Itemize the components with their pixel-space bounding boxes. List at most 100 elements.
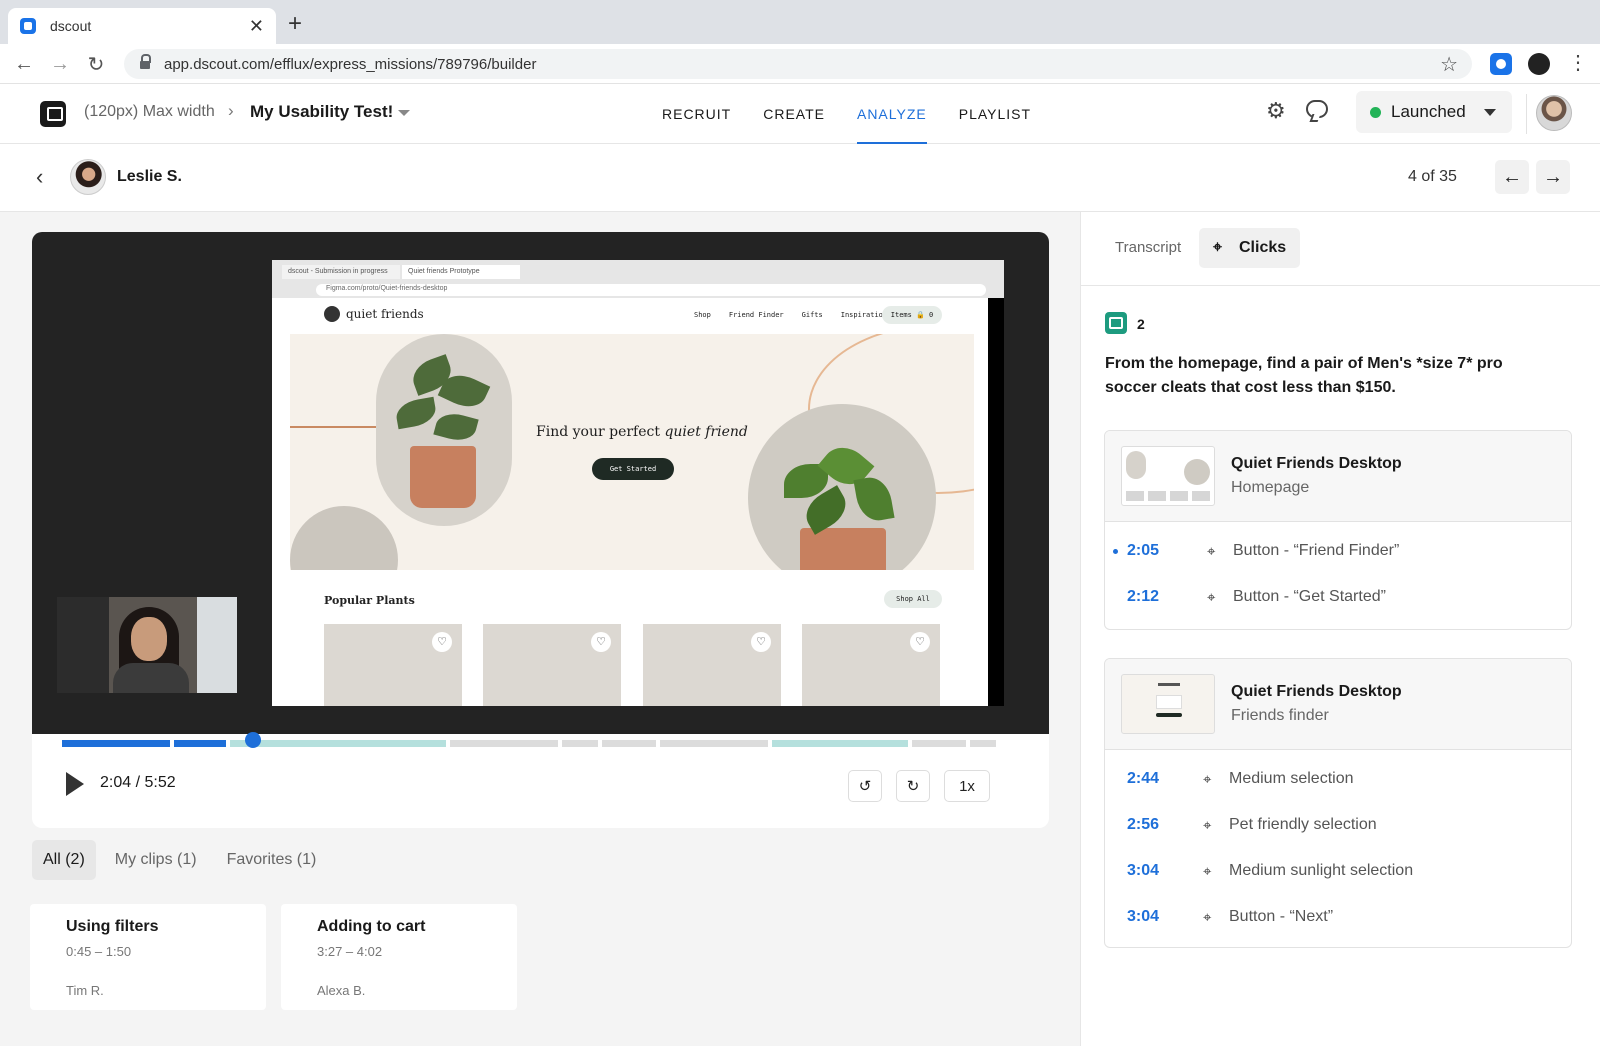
click-label: Medium selection: [1229, 770, 1354, 787]
tab-all-clips[interactable]: All (2): [32, 840, 96, 880]
screen-title: Quiet Friends Desktop: [1231, 683, 1402, 700]
clip-card[interactable]: Adding to cart 3:27 – 4:02 Alexa B.: [281, 904, 517, 1010]
recorded-shop-all: Shop All: [884, 590, 942, 608]
browser-menu-icon[interactable]: ⋮: [1568, 50, 1588, 75]
back-arrow-icon[interactable]: ←: [10, 50, 38, 78]
click-timestamp[interactable]: 2:12: [1127, 588, 1159, 606]
recorded-product-card: ♡: [802, 624, 940, 706]
play-icon[interactable]: [66, 772, 84, 796]
cursor-click-icon: ⌖: [1213, 239, 1223, 256]
status-dropdown[interactable]: Launched: [1356, 91, 1512, 133]
screen-card-header[interactable]: Quiet Friends Desktop Homepage: [1105, 431, 1571, 522]
click-row[interactable]: 3:04 ⌖ Medium sunlight selection: [1105, 848, 1571, 894]
recorded-brand-name: quiet friends: [346, 307, 424, 321]
recorded-tab-2: Quiet friends Prototype: [402, 265, 520, 279]
nav-analyze[interactable]: ANALYZE: [856, 84, 927, 144]
browser-tab[interactable]: dscout ✕: [8, 8, 276, 44]
cursor-click-icon: ⌖: [1203, 862, 1212, 880]
pot-shape: [410, 446, 476, 508]
recorded-site-nav: quiet friends Shop Friend Finder Gifts I…: [272, 298, 988, 334]
click-row[interactable]: 2:05 ⌖ Button - “Friend Finder”: [1105, 528, 1571, 574]
click-row[interactable]: 3:04 ⌖ Button - “Next”: [1105, 894, 1571, 940]
video-area[interactable]: dscout - Submission in progress Quiet fr…: [32, 232, 1049, 734]
thumb-form: [1156, 695, 1182, 709]
click-timestamp[interactable]: 3:04: [1127, 908, 1159, 926]
progress-segment: [660, 740, 768, 747]
progress-segment: [562, 740, 598, 747]
recorded-section-title: Popular Plants: [324, 594, 415, 607]
breadcrumb-current[interactable]: My Usability Test!: [250, 102, 393, 122]
click-timestamp[interactable]: 3:04: [1127, 862, 1159, 880]
lock-icon: [140, 54, 151, 69]
next-participant-button[interactable]: →: [1536, 160, 1570, 194]
chevron-left-icon[interactable]: ‹: [36, 164, 43, 190]
task-icon: [1105, 312, 1127, 334]
recorded-link: Inspiration: [840, 311, 888, 319]
click-label: Medium sunlight selection: [1229, 862, 1414, 879]
browser-tab-strip: dscout ✕ +: [0, 0, 1600, 44]
thumb-cards: [1126, 491, 1210, 501]
reload-icon[interactable]: ↻: [82, 50, 110, 78]
nav-recruit[interactable]: RECRUIT: [662, 84, 731, 144]
recorded-product-card: ♡: [324, 624, 462, 706]
speed-button[interactable]: 1x: [944, 770, 990, 802]
recorded-link: Friend Finder: [728, 311, 784, 319]
forward-arrow-icon[interactable]: →: [46, 50, 74, 78]
chat-bubble-icon[interactable]: [1306, 100, 1328, 118]
recorded-headline-italic: quiet friend: [664, 424, 748, 440]
bookmark-star-icon[interactable]: ☆: [1440, 52, 1458, 77]
close-tab-icon[interactable]: ✕: [249, 16, 264, 37]
extension-icon[interactable]: [1490, 53, 1512, 75]
recorded-get-started-button: Get Started: [592, 458, 674, 480]
webcam-feed: [57, 597, 237, 693]
leaf-shape: [433, 409, 479, 445]
recorded-link: Shop: [694, 311, 711, 319]
tab-my-clips[interactable]: My clips (1): [104, 840, 208, 880]
gear-icon[interactable]: ⚙: [1266, 98, 1286, 124]
left-pane: dscout - Submission in progress Quiet fr…: [0, 212, 1080, 1046]
click-row[interactable]: 2:56 ⌖ Pet friendly selection: [1105, 802, 1571, 848]
recorded-browser-chrome: dscout - Submission in progress Quiet fr…: [272, 260, 1004, 298]
dscout-logo-icon[interactable]: [40, 101, 66, 127]
progress-bar[interactable]: [62, 740, 1019, 747]
clip-author: Alexa B.: [317, 983, 366, 998]
screen-card: Quiet Friends Desktop Homepage 2:05 ⌖ Bu…: [1104, 430, 1572, 630]
webcam-background: [197, 597, 237, 693]
click-row[interactable]: 2:44 ⌖ Medium selection: [1105, 756, 1571, 802]
tab-transcript[interactable]: Transcript: [1101, 228, 1195, 268]
participant-bar: ‹ Leslie S. 4 of 35 ← →: [0, 144, 1600, 212]
user-avatar[interactable]: [1536, 95, 1572, 131]
click-timestamp[interactable]: 2:05: [1127, 542, 1159, 560]
pot-shape: [800, 528, 886, 570]
screen-card-header[interactable]: Quiet Friends Desktop Friends finder: [1105, 659, 1571, 750]
nav-playlist[interactable]: PLAYLIST: [959, 84, 1031, 144]
click-timestamp[interactable]: 2:44: [1127, 770, 1159, 788]
dscout-favicon-icon: [20, 18, 36, 34]
breadcrumb-parent[interactable]: (120px) Max width: [84, 103, 215, 121]
clip-title: Using filters: [66, 918, 159, 935]
chevron-down-icon[interactable]: [398, 110, 410, 116]
forward-button[interactable]: ↻: [896, 770, 930, 802]
clip-card[interactable]: Using filters 0:45 – 1:50 Tim R.: [30, 904, 266, 1010]
recorded-product-card: ♡: [643, 624, 781, 706]
tab-favorites[interactable]: Favorites (1): [216, 840, 328, 880]
address-bar[interactable]: app.dscout.com/efflux/express_missions/7…: [124, 49, 1472, 79]
click-list: 2:05 ⌖ Button - “Friend Finder” 2:12 ⌖ B…: [1105, 522, 1571, 620]
profile-extension-icon[interactable]: [1528, 53, 1550, 75]
recorded-headline: Find your perfect quiet friend: [536, 424, 748, 440]
screen-card: Quiet Friends Desktop Friends finder 2:4…: [1104, 658, 1572, 948]
participant-avatar: [70, 159, 106, 195]
leaf-shape: [853, 474, 895, 524]
click-timestamp[interactable]: 2:56: [1127, 816, 1159, 834]
new-tab-icon[interactable]: +: [288, 12, 302, 36]
click-row[interactable]: 2:12 ⌖ Button - “Get Started”: [1105, 574, 1571, 620]
click-label: Button - “Get Started”: [1233, 588, 1386, 605]
previous-participant-button[interactable]: ←: [1495, 160, 1529, 194]
rewind-button[interactable]: ↺: [848, 770, 882, 802]
progress-segment: [912, 740, 966, 747]
chevron-right-icon: ›: [228, 101, 234, 120]
tab-clicks[interactable]: ⌖ Clicks: [1199, 228, 1301, 268]
nav-create[interactable]: CREATE: [763, 84, 825, 144]
recorded-hero: Find your perfect quiet friend Get Start…: [290, 334, 974, 570]
recorded-tab-1: dscout - Submission in progress: [282, 265, 400, 279]
